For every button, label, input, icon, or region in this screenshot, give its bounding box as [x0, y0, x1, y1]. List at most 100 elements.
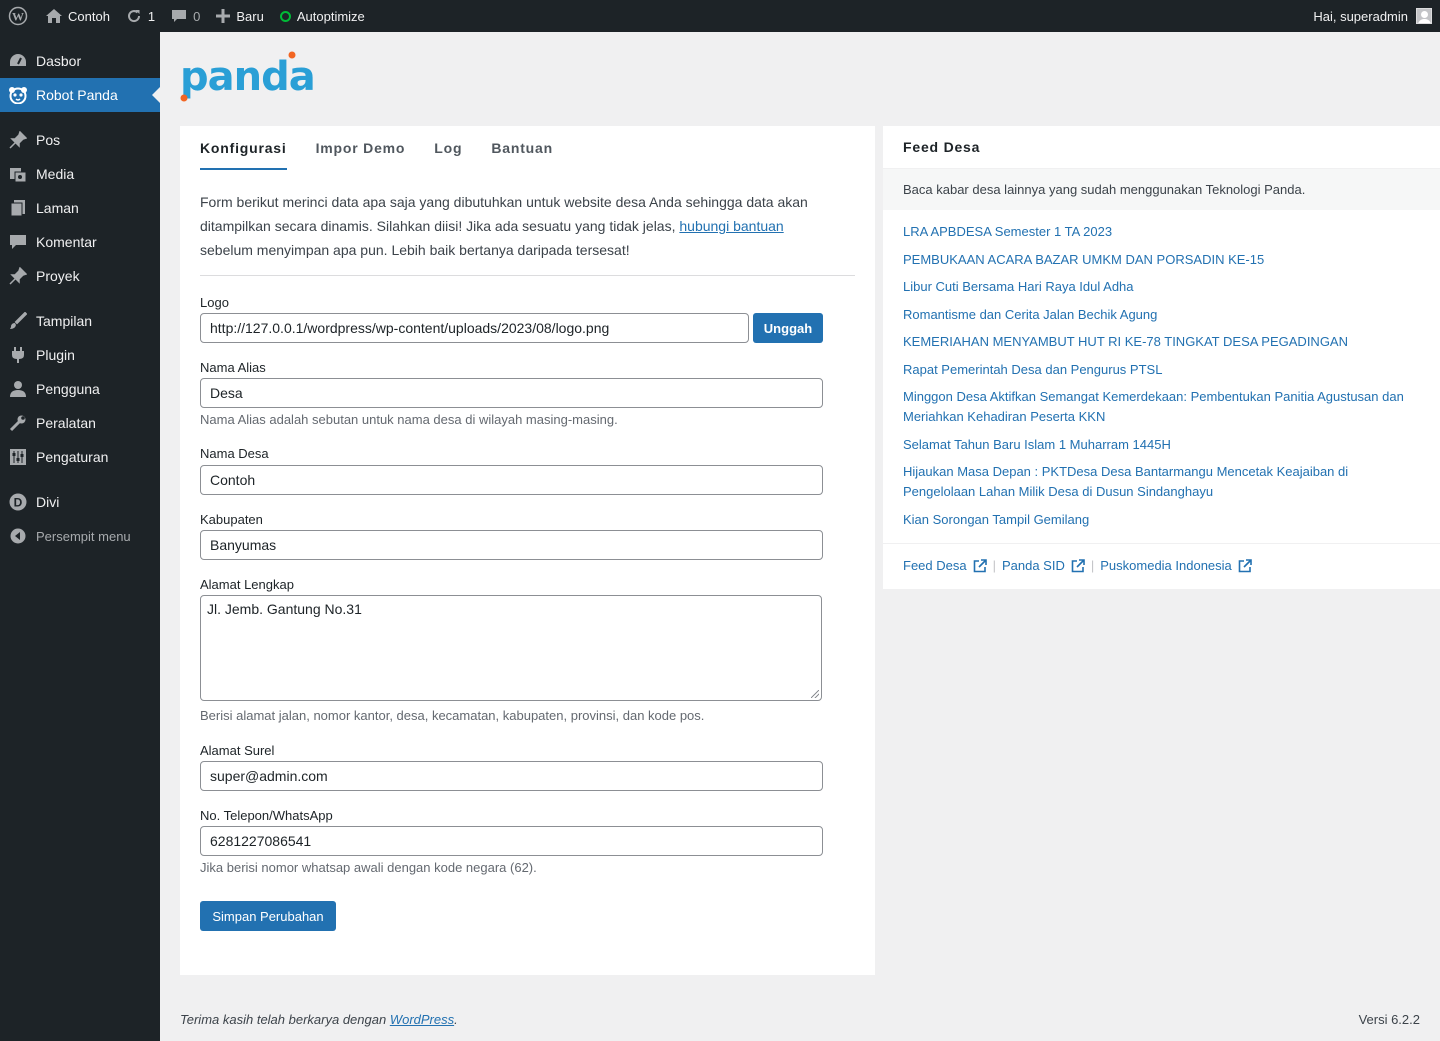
sidebar-item-divi[interactable]: D Divi — [0, 485, 160, 519]
wordpress-link[interactable]: WordPress — [390, 1012, 454, 1027]
list-item: Hijaukan Masa Depan : PKTDesa Desa Banta… — [903, 462, 1413, 502]
sidebar-item-label: Divi — [36, 494, 60, 510]
comments-link[interactable]: 0 — [163, 0, 208, 32]
list-item: Romantisme dan Cerita Jalan Bechik Agung — [903, 305, 1413, 325]
svg-text:W: W — [12, 10, 24, 24]
phone-input[interactable]: 6281227086541 — [200, 826, 823, 856]
sidebar-item-plugin[interactable]: Plugin — [0, 338, 160, 372]
feed-footer-links: Feed Desa | Panda SID | Puskomedia Indon… — [903, 558, 1252, 573]
external-link-icon — [1238, 558, 1252, 573]
divider — [200, 275, 855, 276]
feed-item-link[interactable]: PEMBUKAAN ACARA BAZAR UMKM DAN PORSADIN … — [903, 252, 1264, 267]
brush-icon — [8, 311, 28, 331]
feed-item-link[interactable]: Hijaukan Masa Depan : PKTDesa Desa Banta… — [903, 464, 1348, 499]
collapse-menu-button[interactable]: Persempit menu — [0, 519, 160, 553]
link-separator: | — [1090, 558, 1095, 573]
address-value: Jl. Jemb. Gantung No.31 — [207, 601, 362, 617]
updates-link[interactable]: 1 — [118, 0, 163, 32]
autoptimize-link[interactable]: Autoptimize — [272, 0, 373, 32]
account-menu[interactable]: Hai, superadmin — [1313, 8, 1440, 24]
configuration-panel: Konfigurasi Impor Demo Log Bantuan Form … — [180, 126, 875, 975]
sidebar-item-robot-panda[interactable]: Robot Panda — [0, 78, 160, 112]
tab-bar: Konfigurasi Impor Demo Log Bantuan — [200, 140, 582, 170]
divider — [883, 543, 1440, 544]
new-content-link[interactable]: Baru — [208, 0, 271, 32]
sidebar-item-media[interactable]: Media — [0, 157, 160, 191]
regency-input[interactable]: Banyumas — [200, 530, 823, 560]
sidebar-item-label: Komentar — [36, 234, 97, 250]
feed-item-link[interactable]: Selamat Tahun Baru Islam 1 Muharram 1445… — [903, 437, 1171, 452]
logo-url-input[interactable]: http://127.0.0.1/wordpress/wp-content/up… — [200, 313, 749, 343]
version-label: Versi 6.2.2 — [1358, 1012, 1420, 1027]
feed-list: LRA APBDESA Semester 1 TA 2023 PEMBUKAAN… — [903, 222, 1413, 537]
sidebar-item-laman[interactable]: Laman — [0, 191, 160, 225]
email-input[interactable]: super@admin.com — [200, 761, 823, 791]
feed-item-link[interactable]: Minggon Desa Aktifkan Semangat Kemerdeka… — [903, 389, 1404, 424]
media-icon — [8, 164, 28, 184]
new-label: Baru — [236, 8, 264, 24]
puskomedia-link[interactable]: Puskomedia Indonesia — [1100, 558, 1252, 573]
list-item: Rapat Pemerintah Desa dan Pengurus PTSL — [903, 360, 1413, 380]
sidebar-item-label: Proyek — [36, 268, 80, 284]
comment-icon — [171, 9, 187, 23]
plus-icon — [216, 9, 231, 23]
tab-impor-demo[interactable]: Impor Demo — [316, 140, 406, 170]
puskomedia-link-label: Puskomedia Indonesia — [1100, 558, 1232, 573]
wordpress-logo-icon[interactable]: W — [0, 0, 38, 32]
phone-description: Jika berisi nomor whatsap awali dengan k… — [200, 860, 537, 875]
logo-label: Logo — [200, 295, 229, 310]
sidebar-item-label: Dasbor — [36, 53, 82, 69]
panda-logo: panda — [180, 50, 330, 105]
alias-input[interactable]: Desa — [200, 378, 823, 408]
site-name-link[interactable]: Contoh — [38, 0, 118, 32]
status-ring-icon — [279, 10, 291, 22]
feed-item-link[interactable]: Kian Sorongan Tampil Gemilang — [903, 512, 1089, 527]
divi-icon: D — [8, 492, 28, 512]
tab-log[interactable]: Log — [434, 140, 462, 170]
village-name-input[interactable]: Contoh — [200, 465, 823, 495]
intro-text: Form berikut merinci data apa saja yang … — [200, 190, 840, 262]
sidebar-item-proyek[interactable]: Proyek — [0, 259, 160, 293]
save-changes-button[interactable]: Simpan Perubahan — [200, 901, 336, 931]
footer-credit: Terima kasih telah berkarya dengan WordP… — [180, 1012, 458, 1027]
refresh-icon — [126, 8, 142, 24]
tab-konfigurasi[interactable]: Konfigurasi — [200, 140, 287, 170]
feed-desa-link[interactable]: Feed Desa — [903, 558, 987, 573]
sidebar-item-pengaturan[interactable]: Pengaturan — [0, 440, 160, 474]
help-link[interactable]: hubungi bantuan — [679, 218, 783, 234]
sidebar-item-label: Laman — [36, 200, 79, 216]
sidebar-item-pengguna[interactable]: Pengguna — [0, 372, 160, 406]
list-item: Selamat Tahun Baru Islam 1 Muharram 1445… — [903, 435, 1413, 455]
sidebar-item-label: Pos — [36, 132, 61, 148]
feed-subtitle-band: Baca kabar desa lainnya yang sudah mengg… — [883, 168, 1440, 210]
sidebar-item-komentar[interactable]: Komentar — [0, 225, 160, 259]
sidebar-item-label: Pengguna — [36, 381, 100, 397]
feed-item-link[interactable]: Rapat Pemerintah Desa dan Pengurus PTSL — [903, 362, 1162, 377]
tab-bantuan[interactable]: Bantuan — [491, 140, 553, 170]
feed-item-link[interactable]: LRA APBDESA Semester 1 TA 2023 — [903, 224, 1112, 239]
feed-title: Feed Desa — [903, 139, 981, 155]
sidebar-item-label: Plugin — [36, 347, 75, 363]
feed-item-link[interactable]: Romantisme dan Cerita Jalan Bechik Agung — [903, 307, 1157, 322]
address-textarea[interactable]: Jl. Jemb. Gantung No.31 — [200, 595, 822, 701]
external-link-icon — [1071, 558, 1085, 573]
plugin-icon — [8, 345, 28, 365]
sidebar-item-peralatan[interactable]: Peralatan — [0, 406, 160, 440]
sidebar-item-pos[interactable]: Pos — [0, 123, 160, 157]
feed-item-link[interactable]: KEMERIAHAN MENYAMBUT HUT RI KE-78 TINGKA… — [903, 334, 1348, 349]
sidebar-item-tampilan[interactable]: Tampilan — [0, 304, 160, 338]
panda-sid-link-label: Panda SID — [1001, 558, 1065, 573]
pin-icon — [8, 130, 28, 150]
panda-sid-link[interactable]: Panda SID — [1002, 558, 1085, 573]
village-name-label: Nama Desa — [200, 446, 269, 461]
svg-text:D: D — [14, 496, 23, 510]
phone-label: No. Telepon/WhatsApp — [200, 808, 333, 823]
feed-subtitle: Baca kabar desa lainnya yang sudah mengg… — [903, 182, 1306, 197]
sidebar-item-dasbor[interactable]: Dasbor — [0, 44, 160, 78]
intro-text-after: sebelum menyimpan apa pun. Lebih baik be… — [200, 242, 630, 258]
footer-text: Terima kasih telah berkarya dengan — [180, 1012, 390, 1027]
upload-button[interactable]: Unggah — [753, 313, 823, 343]
list-item: PEMBUKAAN ACARA BAZAR UMKM DAN PORSADIN … — [903, 250, 1413, 270]
feed-item-link[interactable]: Libur Cuti Bersama Hari Raya Idul Adha — [903, 279, 1134, 294]
resize-handle-icon[interactable] — [811, 690, 819, 698]
